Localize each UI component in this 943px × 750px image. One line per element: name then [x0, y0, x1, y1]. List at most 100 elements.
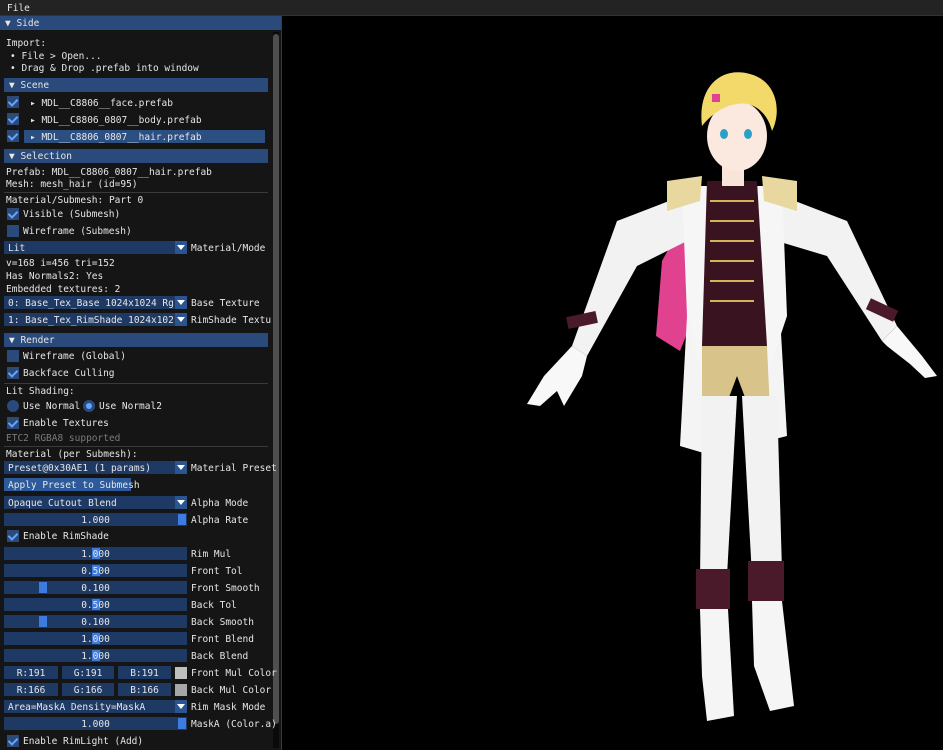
front-mul-swatch[interactable] — [175, 667, 187, 679]
alpha-rate-label: Alpha Rate — [191, 515, 249, 526]
apply-preset-button[interactable]: Apply Preset to Submesh — [4, 478, 140, 491]
enable-rimlight-checkbox[interactable] — [7, 735, 19, 747]
enable-rimshade-checkbox[interactable] — [7, 530, 19, 542]
slider-label: Front Smooth — [191, 583, 260, 594]
rim-slider-back-blend[interactable]: 1.000 — [4, 649, 187, 662]
slider-label: Front Blend — [191, 634, 254, 645]
render-header-label: ▼ Render — [9, 335, 55, 346]
selection-header[interactable]: ▼ Selection — [4, 149, 268, 163]
back-mul-swatch[interactable] — [175, 684, 187, 696]
scene-item-body[interactable]: ▸ MDL__C8806_0807__body.prefab — [24, 113, 265, 126]
menu-file[interactable]: File — [7, 3, 30, 14]
scene-item-body-checkbox[interactable] — [7, 113, 19, 125]
back-mul-b-value: B:166 — [130, 685, 159, 696]
material-preset-label: Material Preset — [191, 463, 277, 474]
slider-label: Back Smooth — [191, 617, 254, 628]
has-normals2: Has Normals2: Yes — [6, 271, 104, 282]
visible-submesh-label: Visible (Submesh) — [23, 209, 121, 220]
slider-value: 0.100 — [81, 617, 110, 628]
rim-slider-front-tol[interactable]: 0.500 — [4, 564, 187, 577]
enable-textures-checkbox[interactable] — [7, 417, 19, 429]
front-mul-r-value: R:191 — [16, 668, 46, 679]
wireframe-global-checkbox[interactable] — [7, 350, 19, 362]
selection-header-label: ▼ Selection — [9, 151, 72, 162]
rimshade-texture-value: 1: Base_Tex_RimShade 1024x1024 E — [8, 315, 174, 326]
left-boot — [700, 609, 734, 721]
rim-slider-front-blend[interactable]: 1.000 — [4, 632, 187, 645]
selection-mesh: Mesh: mesh_hair (id=95) — [6, 179, 138, 190]
scene-item-face-checkbox[interactable] — [7, 96, 19, 108]
rim-slider-front-smooth[interactable]: 0.100 — [4, 581, 187, 594]
alpha-rate-slider[interactable]: 1.000 — [4, 513, 187, 526]
rim-mask-mode-value: Area=MaskA Density=MaskA — [8, 702, 146, 713]
base-texture-label: Base Texture — [191, 298, 260, 309]
base-texture-combo[interactable]: 0: Base_Tex_Base 1024x1024 Rgba8 — [4, 296, 187, 309]
backface-culling-checkbox[interactable] — [7, 367, 19, 379]
rimshade-texture-combo[interactable]: 1: Base_Tex_RimShade 1024x1024 E — [4, 313, 187, 326]
material-preset-combo[interactable]: Preset@0x30AE1 (1 params) — [4, 461, 187, 474]
material-heading: Material (per Submesh): — [6, 449, 138, 460]
slider-value: 0.500 — [81, 566, 110, 577]
front-mul-b[interactable]: B:191 — [118, 666, 171, 679]
chevron-down-icon — [175, 296, 187, 309]
rimshade-texture-label: RimShade Texture — [191, 315, 271, 326]
use-normal-label: Use Normal — [23, 401, 81, 412]
maska-slider[interactable]: 1.000 — [4, 717, 187, 730]
slider-label: Back Blend — [191, 651, 249, 662]
mesh-stats: v=168 i=456 tri=152 — [6, 258, 115, 269]
chevron-down-icon — [175, 313, 187, 326]
import-hint-drag: • Drag & Drop .prefab into window — [10, 63, 199, 74]
back-mul-g[interactable]: G:166 — [62, 683, 114, 696]
right-boot — [752, 601, 794, 711]
back-mul-b[interactable]: B:166 — [118, 683, 171, 696]
rim-slider-back-smooth[interactable]: 0.100 — [4, 615, 187, 628]
side-panel-title[interactable]: ▼ Side — [0, 16, 281, 30]
render-header[interactable]: ▼ Render — [4, 333, 268, 347]
panel-scrollbar[interactable] — [273, 32, 279, 748]
selection-prefab: Prefab: MDL__C8806_0807__hair.prefab — [6, 167, 212, 178]
side-panel-title-label: ▼ Side — [5, 18, 40, 29]
scene-header[interactable]: ▼ Scene — [4, 78, 268, 92]
scene-item-hair-checkbox[interactable] — [7, 130, 19, 142]
wireframe-global-label: Wireframe (Global) — [23, 351, 126, 362]
scrollbar-thumb[interactable] — [273, 34, 279, 724]
backface-culling-label: Backface Culling — [23, 368, 115, 379]
front-mul-g-value: G:191 — [73, 668, 103, 679]
rim-mask-mode-combo[interactable]: Area=MaskA Density=MaskA — [4, 700, 187, 713]
wireframe-submesh-label: Wireframe (Submesh) — [23, 226, 132, 237]
back-mul-r-value: R:166 — [16, 685, 46, 696]
apply-preset-button-label: Apply Preset to Submesh — [8, 480, 140, 491]
enable-rimlight-label: Enable RimLight (Add) — [23, 736, 144, 747]
side-panel: ▼ Side Import: • File > Open... • Drag &… — [0, 16, 282, 750]
use-normal-radio[interactable] — [7, 400, 19, 412]
material-preset-value: Preset@0x30AE1 (1 params) — [8, 463, 151, 474]
alpha-mode-label: Alpha Mode — [191, 498, 249, 509]
scene-item-hair[interactable]: ▸ MDL__C8806_0807__hair.prefab — [24, 130, 265, 143]
right-arm — [777, 196, 897, 341]
visible-submesh-checkbox[interactable] — [7, 208, 19, 220]
lit-shading-heading: Lit Shading: — [6, 386, 75, 397]
chevron-down-icon — [175, 461, 187, 474]
separator — [4, 446, 268, 447]
alpha-mode-combo[interactable]: Opaque Cutout Blend — [4, 496, 187, 509]
material-mode-combo[interactable]: Lit — [4, 241, 187, 254]
alpha-mode-value: Opaque Cutout Blend — [8, 498, 117, 509]
scene-item-body-label: ▸ MDL__C8806_0807__body.prefab — [30, 115, 202, 126]
rim-slider-rim-mul[interactable]: 1.000 — [4, 547, 187, 560]
front-mul-g[interactable]: G:191 — [62, 666, 114, 679]
back-mul-r[interactable]: R:166 — [4, 683, 58, 696]
chevron-down-icon — [175, 496, 187, 509]
use-normal2-radio[interactable] — [83, 400, 95, 412]
slider-value: 1.000 — [81, 651, 110, 662]
front-mul-r[interactable]: R:191 — [4, 666, 58, 679]
left-leg — [700, 396, 737, 581]
left-boot-top — [696, 569, 730, 609]
slider-value: 1.000 — [81, 634, 110, 645]
rim-slider-back-tol[interactable]: 0.500 — [4, 598, 187, 611]
scene-item-face[interactable]: ▸ MDL__C8806__face.prefab — [24, 96, 265, 109]
wireframe-submesh-checkbox[interactable] — [7, 225, 19, 237]
base-texture-value: 0: Base_Tex_Base 1024x1024 Rgba8 — [8, 298, 174, 309]
right-eye — [744, 129, 752, 139]
material-mode-label: Material/Mode — [191, 243, 266, 254]
3d-viewport[interactable] — [282, 16, 943, 750]
